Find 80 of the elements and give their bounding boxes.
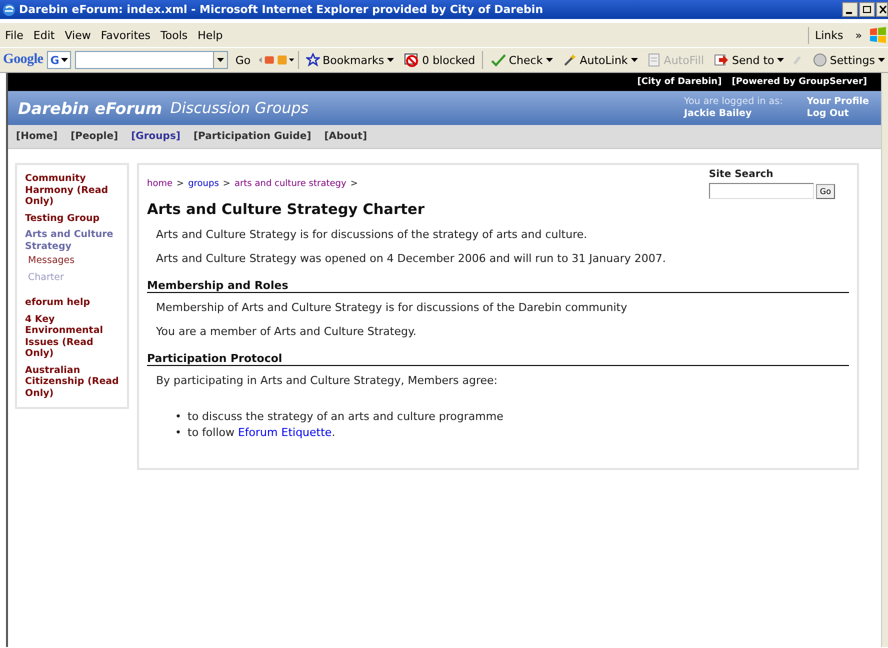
- breadcrumb-separator: >: [222, 179, 230, 189]
- menu-item[interactable]: Tools: [156, 26, 193, 44]
- settings-icon: [812, 53, 827, 67]
- toolbar-button[interactable]: Check: [486, 52, 556, 68]
- menu-item[interactable]: Help: [192, 26, 228, 44]
- section-heading: Participation Protocol: [147, 352, 849, 366]
- caret-icon: [777, 58, 784, 62]
- spellcheck-icon: [490, 53, 506, 67]
- chevron-button[interactable]: »: [849, 28, 868, 42]
- toolbar-button[interactable]: Bookmarks: [302, 52, 398, 68]
- account-link[interactable]: Log Out: [806, 108, 869, 120]
- wand-icon: [562, 53, 577, 67]
- caret-icon: [878, 58, 885, 62]
- group-link[interactable]: Testing Group: [25, 212, 121, 224]
- header-link[interactable]: [Powered by GroupServer]: [732, 77, 867, 87]
- window-title: Darebin eForum: index.xml - Microsoft Internet Explorer provided by City of Darebin: [19, 3, 544, 16]
- header-link[interactable]: [City of Darebin]: [637, 77, 722, 87]
- toolbar-button[interactable]: 0 blocked: [401, 52, 478, 68]
- paragraph: Arts and Culture Strategy was opened on 4 December 2006 and will run to 31 January 2007.: [156, 252, 667, 265]
- bullet: •: [175, 410, 182, 424]
- form-icon: [648, 53, 661, 67]
- page-title: Arts and Culture Strategy Charter: [147, 202, 426, 218]
- breadcrumb-link[interactable]: home: [147, 179, 173, 189]
- star-icon: [306, 53, 320, 67]
- group-link[interactable]: Australian Citizenship (Read Only): [25, 364, 121, 399]
- arrow-icon: [714, 53, 730, 67]
- windows-logo-icon: [868, 26, 888, 44]
- menu-item[interactable]: Edit: [28, 26, 60, 44]
- login-label: You are logged in as:: [684, 96, 783, 108]
- nav-link[interactable]: [About]: [324, 131, 368, 142]
- breadcrumb-link[interactable]: groups: [188, 179, 219, 189]
- browser-icon: [2, 2, 16, 16]
- blocked-popup-icon: [404, 53, 420, 67]
- menu-item[interactable]: Favorites: [96, 26, 156, 44]
- group-link[interactable]: Arts and Culture Strategy: [25, 229, 121, 252]
- links-label[interactable]: Links: [808, 26, 850, 44]
- toolbar-button[interactable]: AutoLink: [560, 52, 641, 68]
- search-field[interactable]: [75, 51, 228, 69]
- nav-link[interactable]: [Home]: [16, 131, 58, 142]
- caret-icon: [546, 58, 553, 62]
- bullet: •: [175, 426, 182, 440]
- paragraph: Membership of Arts and Culture Strategy is for discussions of the Darebin community: [156, 301, 628, 314]
- group-link[interactable]: 4 Key Environmental Issues (Read Only): [25, 314, 121, 360]
- caret-icon: [630, 58, 638, 62]
- close-icon[interactable]: [876, 2, 888, 17]
- paragraph: You are a member of Arts and Culture Strategy.: [156, 325, 418, 338]
- caret-icon: [61, 58, 68, 62]
- breadcrumb-separator: >: [350, 179, 358, 189]
- google-logo: Google: [3, 52, 44, 68]
- site-tagline: Discussion Groups: [170, 99, 309, 117]
- search-field[interactable]: [708, 183, 814, 199]
- user-name: Jackie Bailey: [684, 108, 753, 120]
- toolbar-button[interactable]: Send to: [711, 52, 788, 68]
- caret-icon: [387, 58, 394, 62]
- menu-item[interactable]: View: [60, 26, 96, 44]
- scrollbar[interactable]: [881, 73, 888, 647]
- nav-link[interactable]: [Participation Guide]: [193, 131, 312, 142]
- breadcrumb-link[interactable]: arts and culture strategy: [234, 179, 346, 189]
- group-link[interactable]: Community Harmony (Read Only): [25, 173, 121, 208]
- go-button[interactable]: Go: [816, 184, 835, 198]
- nav-link[interactable]: [People]: [70, 131, 118, 142]
- minimize-icon[interactable]: [842, 2, 858, 17]
- list-item: to follow Eforum Etiquette.: [188, 426, 336, 440]
- list-item: to discuss the strategy of an arts and culture programme: [188, 410, 504, 424]
- nav-link[interactable]: [Groups]: [131, 131, 180, 142]
- paragraph: By participating in Arts and Culture Strategy, Members agree:: [156, 374, 498, 387]
- etiquette-link[interactable]: Eforum Etiquette: [238, 426, 332, 439]
- maximize-icon[interactable]: [859, 2, 875, 17]
- caret-icon: [217, 58, 224, 62]
- search-engine-menu[interactable]: G: [47, 51, 72, 69]
- breadcrumb-separator: >: [176, 179, 184, 189]
- search-label: Site Search: [708, 169, 774, 180]
- section-heading: Membership and Roles: [147, 279, 849, 293]
- group-link[interactable]: eforum help: [25, 297, 121, 308]
- menu-item[interactable]: File: [0, 26, 28, 44]
- site-name: Darebin eForum: [18, 98, 162, 118]
- group-page-link[interactable]: Messages: [28, 255, 121, 266]
- paragraph: Arts and Culture Strategy is for discussions of the strategy of arts and culture.: [156, 228, 588, 241]
- go-button[interactable]: Go: [232, 52, 254, 68]
- settings-button[interactable]: Settings: [810, 52, 888, 68]
